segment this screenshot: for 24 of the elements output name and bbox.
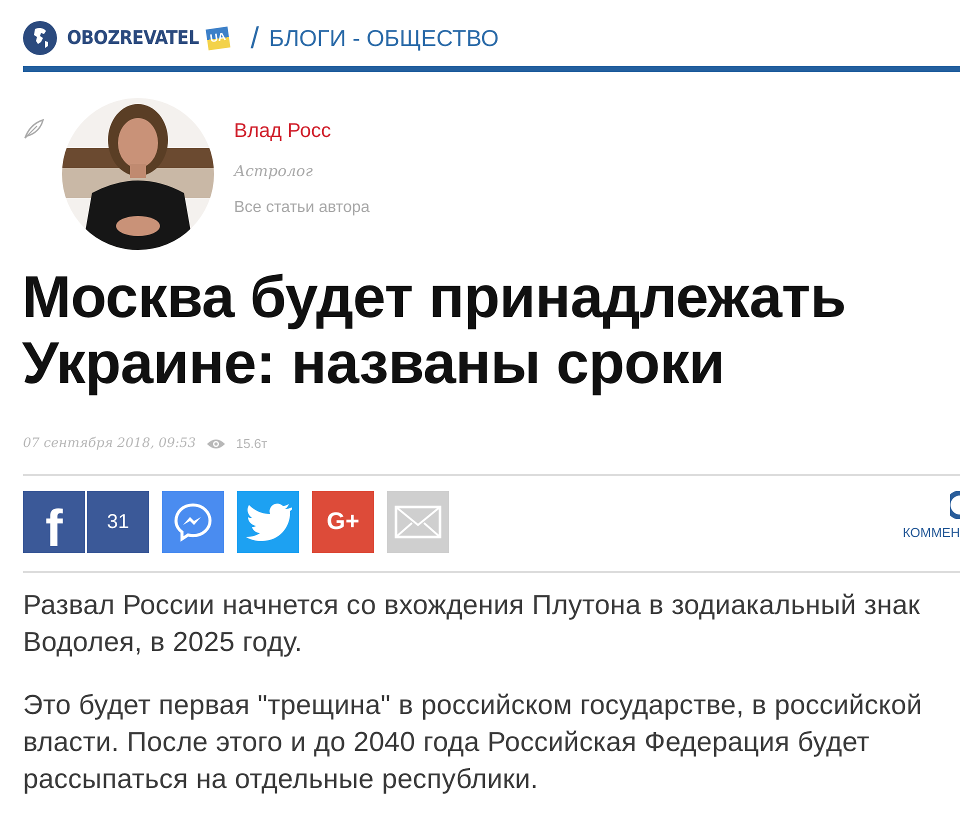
article-paragraph: Развал России начнется со вхождения Плутона в зодиакальный знак Водолея, в 2025 году. bbox=[23, 588, 921, 659]
logo-badge[interactable]: UA bbox=[205, 26, 230, 50]
feather-icon bbox=[23, 118, 45, 140]
author-name[interactable]: Влад Росс bbox=[234, 116, 370, 146]
section-link[interactable]: БЛОГИ - ОБЩЕСТВО bbox=[268, 20, 499, 56]
share-count[interactable]: 31 bbox=[87, 490, 149, 552]
envelope-icon bbox=[394, 504, 442, 538]
comments-link[interactable]: КОММЕН bbox=[902, 522, 960, 542]
view-count: 15.6т bbox=[236, 435, 268, 453]
comment-icon[interactable] bbox=[950, 490, 960, 518]
google-plus-button[interactable]: G+ bbox=[312, 490, 374, 552]
messenger-button[interactable] bbox=[162, 490, 224, 552]
logo-text[interactable]: OBOZREVATEL bbox=[67, 24, 199, 52]
author-role: Астролог bbox=[234, 161, 314, 182]
chat-bubble-icon bbox=[173, 502, 213, 542]
breadcrumb-separator: / bbox=[250, 20, 259, 56]
eye-icon bbox=[206, 438, 226, 450]
globe-icon[interactable] bbox=[23, 21, 57, 55]
publish-date: 07 сентября 2018, 09:53 bbox=[23, 435, 196, 453]
twitter-button[interactable] bbox=[237, 490, 299, 552]
bird-icon bbox=[244, 502, 292, 542]
facebook-button[interactable]: f bbox=[23, 490, 85, 552]
article-paragraph: Это будет первая "трещина" в российском государстве, в российской власти. После этого и до 2040 года Российская Федерация будет рассыпаться на отдельные республики. bbox=[23, 688, 924, 796]
article-title: Москва будет принадлежать Украине: названы сроки bbox=[22, 264, 847, 396]
